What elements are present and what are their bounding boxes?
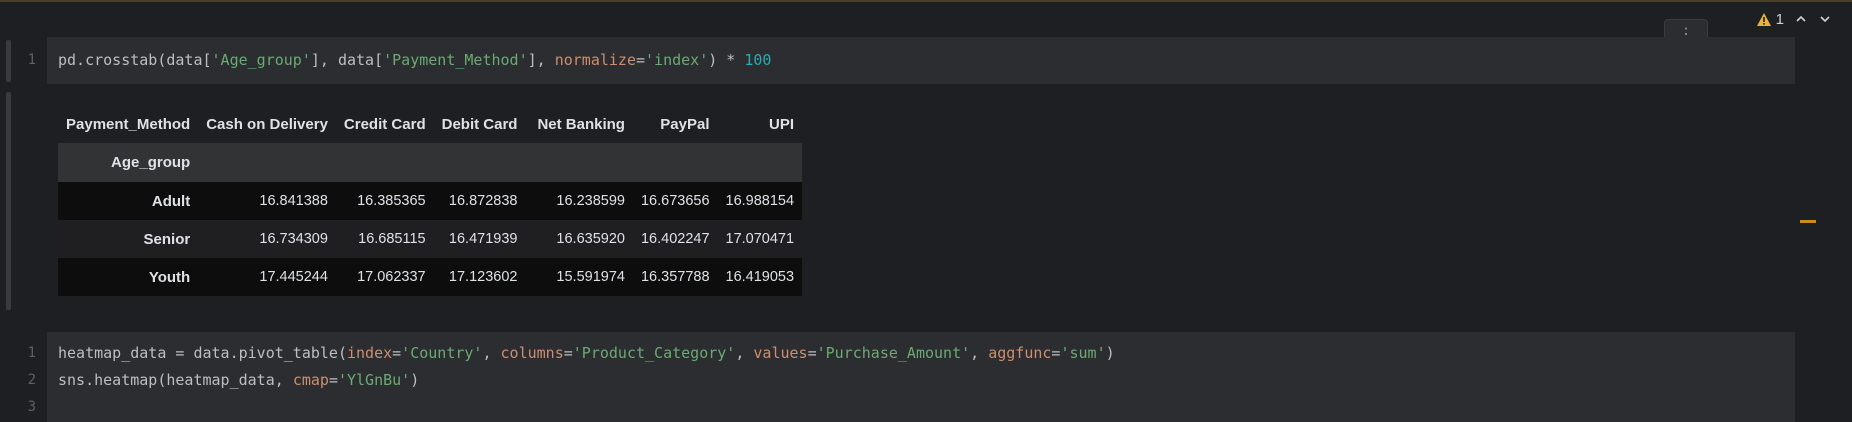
code-token: = <box>563 344 573 362</box>
output-gutter-bar <box>6 92 11 310</box>
table-row: Senior 16.734309 16.685115 16.471939 16.… <box>58 220 803 258</box>
code-token: sns.heatmap(heatmap_data, <box>58 371 293 389</box>
table-cell: 16.988154 <box>725 193 795 209</box>
cell1-gutter-bar <box>6 40 11 82</box>
column-header: Credit Card <box>343 115 426 133</box>
chevron-down-icon[interactable] <box>1818 12 1832 26</box>
code-cell-1[interactable]: pd.crosstab(data['Age_group'], data['Pay… <box>47 37 1795 84</box>
code-token: ) * <box>708 51 745 69</box>
scrollbar-warning-marker[interactable] <box>1800 220 1816 223</box>
table-cell: 16.402247 <box>640 231 710 247</box>
columns-name: Payment_Method <box>66 115 191 133</box>
code-token: ], <box>527 51 555 69</box>
table-cell: 16.872838 <box>448 193 518 209</box>
code-token: , <box>970 344 989 362</box>
editor-top-border <box>0 0 1852 2</box>
code-token: 'sum' <box>1060 344 1106 362</box>
row-label: Senior <box>143 230 191 248</box>
line-number: 2 <box>27 372 36 388</box>
column-header: Debit Card <box>441 115 518 133</box>
code-token: index <box>346 344 393 362</box>
code-line: heatmap_data = data.pivot_table(index='C… <box>58 340 1115 367</box>
code-token: = <box>636 51 646 69</box>
warning-indicator[interactable]: 1 <box>1756 11 1784 28</box>
table-header-row: Payment_Method Cash on Delivery Credit C… <box>58 105 802 143</box>
column-header: Cash on Delivery <box>206 115 328 133</box>
code-token: = <box>328 371 338 389</box>
table-cell: 15.591974 <box>556 269 625 285</box>
table-cell: 16.734309 <box>259 231 328 247</box>
code-token: = <box>807 344 817 362</box>
table-cell: 17.070471 <box>725 231 795 247</box>
code-token: aggfunc <box>988 344 1052 362</box>
table-row: Youth 17.445244 17.062337 17.123602 15.5… <box>58 258 803 296</box>
line-number: 1 <box>27 52 36 68</box>
code-token: 'Country' <box>401 344 483 362</box>
table-cell: 16.357788 <box>640 269 710 285</box>
column-header: Net Banking <box>537 115 625 133</box>
code-token: ) <box>1105 344 1115 362</box>
table-cell: 16.685115 <box>358 231 426 247</box>
code-line: pd.crosstab(data['Age_group'], data['Pay… <box>58 47 771 74</box>
table-cell: 16.635920 <box>556 231 625 247</box>
code-token: 'Purchase_Amount' <box>816 344 971 362</box>
code-token: = <box>392 344 402 362</box>
column-header: PayPal <box>660 115 710 133</box>
chevron-up-icon[interactable] <box>1794 12 1808 26</box>
table-cell: 16.841388 <box>259 193 328 209</box>
code-cell-2[interactable]: heatmap_data = data.pivot_table(index='C… <box>47 332 1795 422</box>
index-name: Age_group <box>58 143 199 182</box>
table-cell: 17.123602 <box>448 269 518 285</box>
code-token: columns <box>500 344 564 362</box>
code-token: 'Product_Category' <box>572 344 736 362</box>
code-token: 'Payment_Method' <box>383 51 528 69</box>
table-row: Adult 16.841388 16.385365 16.872838 16.2… <box>58 182 803 220</box>
code-token: 'Age_group' <box>211 51 311 69</box>
code-token: , <box>735 344 754 362</box>
crosstab-output-table: Payment_Method Cash on Delivery Credit C… <box>58 105 803 296</box>
index-name-row: Age_group <box>58 143 803 182</box>
code-token: pd.crosstab(data[ <box>58 51 212 69</box>
row-label: Youth <box>148 268 191 286</box>
table-cell: 16.419053 <box>725 269 795 285</box>
column-header: UPI <box>769 115 795 133</box>
code-token: heatmap_data = data.pivot_table( <box>58 344 347 362</box>
code-token: 'YlGnBu' <box>337 371 411 389</box>
code-token: cmap <box>292 371 329 389</box>
code-token: 100 <box>744 51 772 69</box>
line-number: 3 <box>27 399 36 415</box>
row-label: Adult <box>151 192 191 210</box>
table-cell: 17.062337 <box>357 269 426 285</box>
table-cell: 17.445244 <box>259 269 328 285</box>
inspection-toolbar: 1 <box>1756 8 1832 30</box>
code-token: normalize <box>554 51 636 69</box>
table-cell: 16.238599 <box>556 193 625 209</box>
code-token: ], data[ <box>310 51 384 69</box>
table-cell: 16.673656 <box>640 193 710 209</box>
warning-icon <box>1756 12 1771 26</box>
code-line: sns.heatmap(heatmap_data, cmap='YlGnBu') <box>58 367 419 394</box>
code-token: , <box>482 344 501 362</box>
code-token: values <box>753 344 808 362</box>
code-token: ) <box>410 371 420 389</box>
warning-count: 1 <box>1775 10 1784 28</box>
line-number: 1 <box>27 345 36 361</box>
code-token: 'index' <box>645 51 709 69</box>
table-cell: 16.385365 <box>357 193 426 209</box>
table-cell: 16.471939 <box>448 231 518 247</box>
